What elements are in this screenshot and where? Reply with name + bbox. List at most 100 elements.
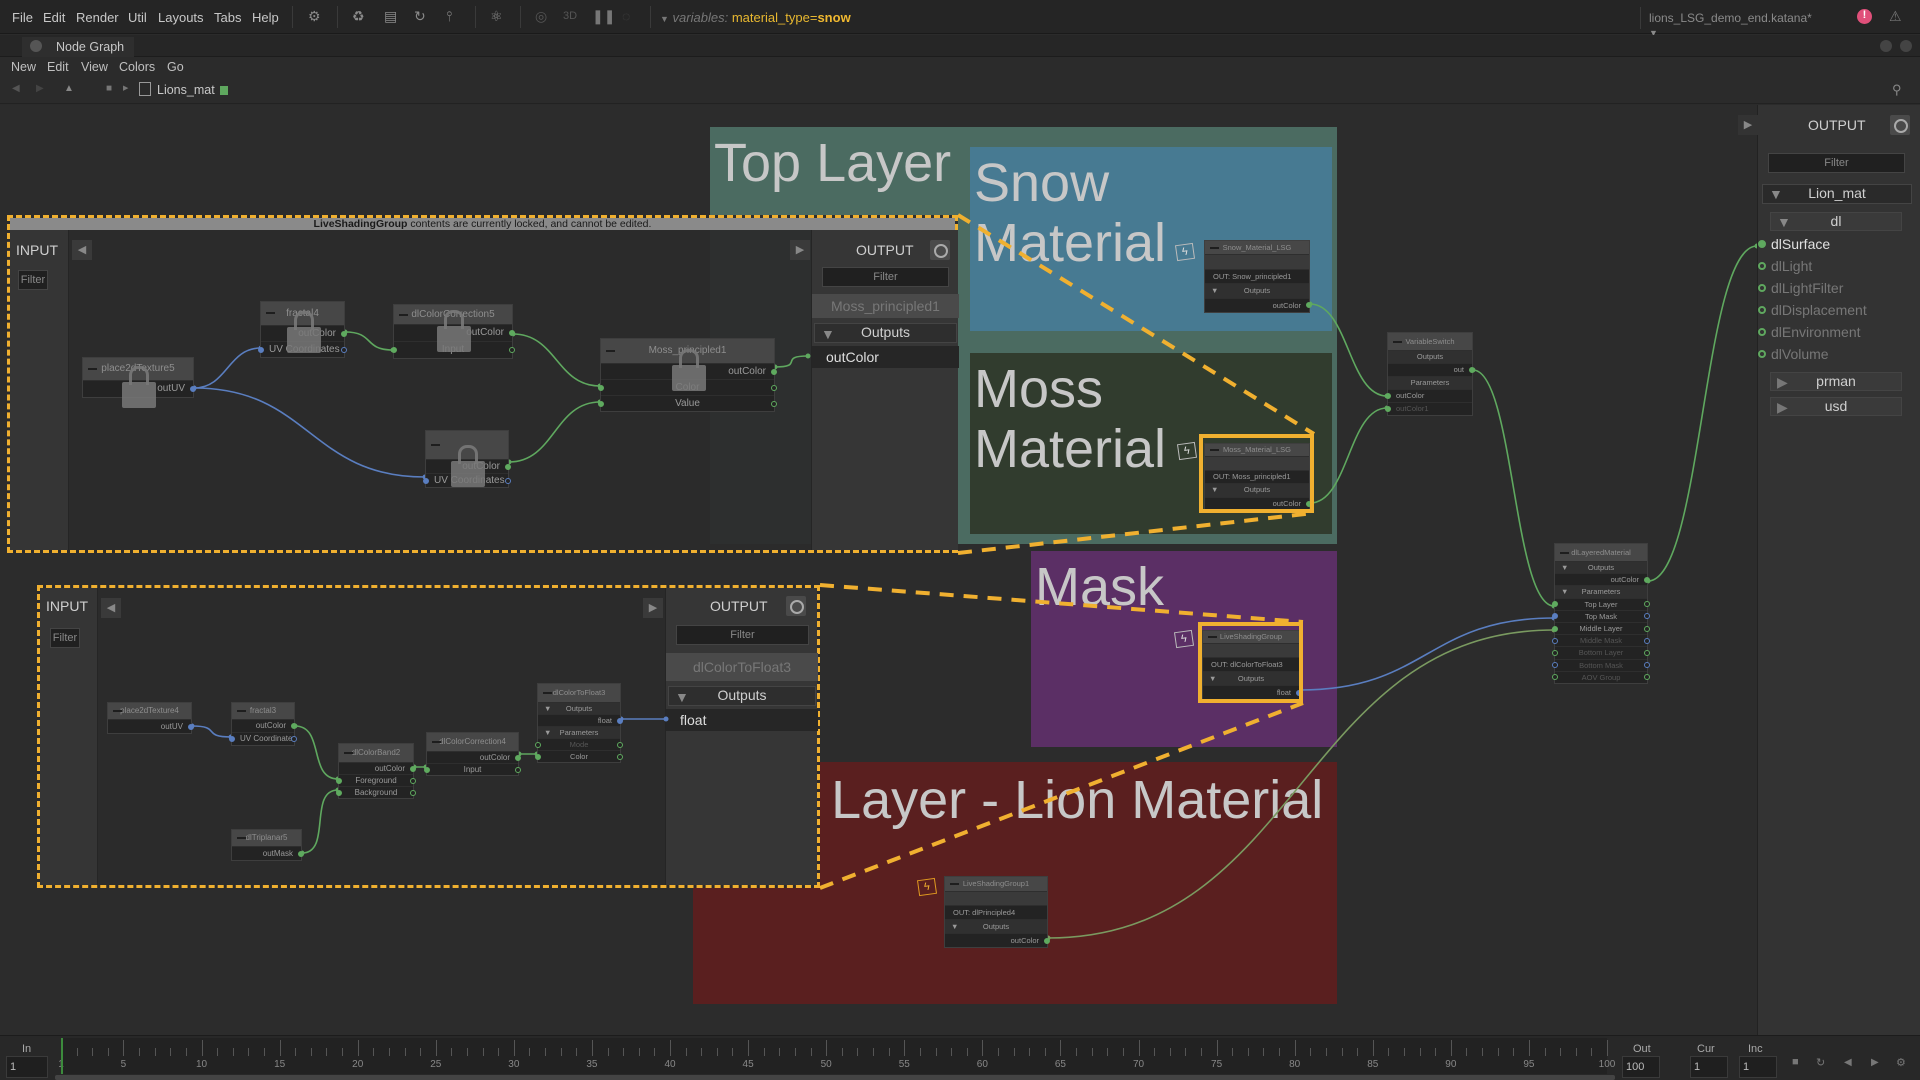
render-region-icon[interactable]: ↻ — [414, 8, 426, 25]
node-title[interactable]: dlColorCorrection4 — [427, 733, 518, 751]
node-dlColorToFloat3[interactable]: dlColorToFloat3 ▼ Outputs float ▼ Parameters M… — [535, 683, 623, 763]
node-section[interactable]: ▼ Parameters — [538, 726, 620, 738]
input-port-color[interactable] — [598, 400, 604, 407]
node-title[interactable]: fractal3 — [232, 703, 294, 719]
node-title[interactable]: Snow_Material_LSG — [1205, 241, 1309, 254]
output-port-uv[interactable] — [1644, 613, 1650, 620]
output-filter[interactable]: Filter — [822, 267, 949, 287]
timeline-scrollbar[interactable] — [55, 1075, 1615, 1080]
node-VariableSwitch[interactable]: VariableSwitch Outputs out Parameters outCol… — [1385, 332, 1475, 416]
node-dlColorBand2[interactable]: dlColorBand2 outColor Foreground Background — [336, 743, 416, 799]
node-place2dTexture5[interactable]: place2dTexture5outUV — [82, 357, 196, 408]
input-port-color[interactable] — [336, 789, 342, 796]
collapse-right-icon[interactable]: ▶ — [1738, 115, 1758, 135]
material-group-lion-mat[interactable]: ▼ Lion_mat — [1762, 184, 1912, 204]
node-dlLayeredMaterial[interactable]: dlLayeredMaterial ▼ Outputs outColor ▼ Parame… — [1552, 543, 1650, 684]
menu-util[interactable]: Util — [128, 10, 147, 25]
input-port-color[interactable] — [535, 753, 541, 760]
terminal-port-icon[interactable] — [1758, 306, 1766, 314]
menu-help[interactable]: Help — [252, 10, 279, 25]
terminal-dlEnvironment[interactable]: dlEnvironment — [1758, 324, 1861, 340]
terminal-dlLight[interactable]: dlLight — [1758, 258, 1812, 274]
collapse-left-icon[interactable]: ◀ — [101, 598, 121, 618]
in-frame-field[interactable]: 1 — [6, 1056, 48, 1078]
output-port-color[interactable] — [1644, 649, 1650, 656]
terminal-port-icon[interactable] — [1758, 284, 1766, 292]
outputs-section[interactable]: ▼ Outputs — [814, 323, 957, 343]
back-icon[interactable]: ◀ — [12, 83, 20, 94]
node-section[interactable]: ▼ Parameters — [1555, 585, 1647, 598]
outputs-section[interactable]: ▼ Outputs — [668, 686, 816, 706]
output-port-color[interactable] — [771, 400, 777, 407]
input-port-color[interactable] — [1552, 649, 1558, 656]
step-back-icon[interactable]: ◀ — [1844, 1057, 1852, 1068]
node-section[interactable]: Outputs — [1388, 350, 1472, 363]
output-port-color[interactable] — [1644, 601, 1650, 608]
collapse-left-icon[interactable]: ◀ — [72, 240, 92, 260]
renderer-group-prman[interactable]: ▶ prman — [1770, 372, 1902, 391]
forward-icon[interactable]: ▶ — [36, 83, 44, 94]
renderer-group-dl[interactable]: ▼ dl — [1770, 212, 1902, 231]
output-port-color[interactable] — [410, 777, 416, 784]
input-port-color[interactable] — [535, 741, 541, 748]
expand-right-icon[interactable]: ▶ — [643, 598, 663, 618]
output-port-color[interactable] — [515, 766, 521, 773]
terminal-port-icon[interactable] — [1758, 262, 1766, 270]
live-shading-group-icon[interactable]: ϟ — [916, 877, 938, 897]
thermometer-icon[interactable]: ⫯ — [446, 8, 452, 25]
renderer-group-usd[interactable]: ▶ usd — [1770, 397, 1902, 416]
output-port-color[interactable] — [298, 850, 304, 857]
clapper-icon[interactable]: ▤ — [384, 8, 397, 25]
close-pane-icon[interactable] — [1900, 40, 1912, 52]
menu-edit[interactable]: Edit — [43, 10, 65, 25]
menu-colors[interactable]: Colors — [119, 60, 155, 74]
node-section[interactable]: ▼ Outputs — [538, 702, 620, 714]
settings-icon[interactable]: ⚙ — [1896, 1056, 1906, 1069]
project-selector[interactable]: lions_LSG_demo_end.katana* ▼ — [1640, 7, 1830, 38]
live-shading-group-icon[interactable]: ϟ — [1174, 242, 1196, 262]
connection-wire[interactable] — [1647, 245, 1757, 582]
expand-right-icon[interactable]: ▶ — [790, 240, 810, 260]
increment-field[interactable]: 1 — [1739, 1056, 1777, 1078]
output-port-color[interactable] — [509, 330, 515, 336]
terminal-dlVolume[interactable]: dlVolume — [1758, 346, 1829, 362]
pause-icon[interactable]: ❚❚ — [592, 8, 615, 25]
input-filter[interactable]: Filter — [18, 270, 48, 290]
tab-options-icon[interactable] — [30, 40, 42, 52]
output-port[interactable]: outColor — [812, 346, 959, 368]
output-port-color[interactable] — [617, 753, 623, 760]
output-port-color[interactable] — [1644, 576, 1650, 583]
input-port-color[interactable] — [391, 347, 397, 353]
output-filter[interactable]: Filter — [676, 625, 809, 645]
triangle-down-icon[interactable]: ▼ — [544, 703, 551, 714]
output-port-color[interactable] — [771, 384, 777, 391]
node-LiveShadingGroup1[interactable]: LiveShadingGroup1 OUT: dlPrincipled4 ▼ Outp… — [944, 876, 1050, 948]
node-title[interactable]: dlColorToFloat3 — [538, 684, 620, 702]
menu-tabs[interactable]: Tabs — [214, 10, 241, 25]
input-port-color[interactable] — [1385, 393, 1391, 399]
input-port-uv[interactable] — [1552, 662, 1558, 669]
input-filter[interactable]: Filter — [50, 628, 80, 648]
float-pane-icon[interactable] — [1880, 40, 1892, 52]
node-dlColorCorrection4[interactable]: dlColorCorrection4 outColor Input — [424, 732, 521, 776]
output-port-uv[interactable] — [1644, 637, 1650, 644]
input-port-color[interactable] — [598, 384, 604, 391]
input-port-uv[interactable] — [258, 346, 264, 353]
output-port-color[interactable] — [410, 765, 416, 772]
root-icon[interactable]: ■ — [106, 83, 112, 94]
terminal-port-icon[interactable] — [1758, 350, 1766, 358]
output-port-color[interactable] — [1644, 674, 1650, 681]
input-port-color[interactable] — [1552, 601, 1558, 608]
menu-layouts[interactable]: Layouts — [158, 10, 204, 25]
timeline-ruler[interactable]: 1510152025303540455055606570758085909510… — [58, 1038, 1615, 1074]
output-port-uv[interactable] — [291, 736, 297, 742]
output-port-color[interactable] — [617, 741, 623, 748]
output-port-color[interactable] — [505, 463, 511, 470]
node-title[interactable]: dlTriplanar5 — [232, 830, 301, 846]
menu-graph-edit[interactable]: Edit — [47, 60, 69, 74]
terminal-dlLightFilter[interactable]: dlLightFilter — [1758, 280, 1843, 296]
node-fractal4[interactable]: fractal4outColorUV Coordinates — [258, 301, 347, 358]
input-port-uv[interactable] — [1552, 613, 1558, 620]
output-port-color[interactable] — [341, 330, 347, 337]
connection-wire[interactable] — [1299, 617, 1555, 691]
